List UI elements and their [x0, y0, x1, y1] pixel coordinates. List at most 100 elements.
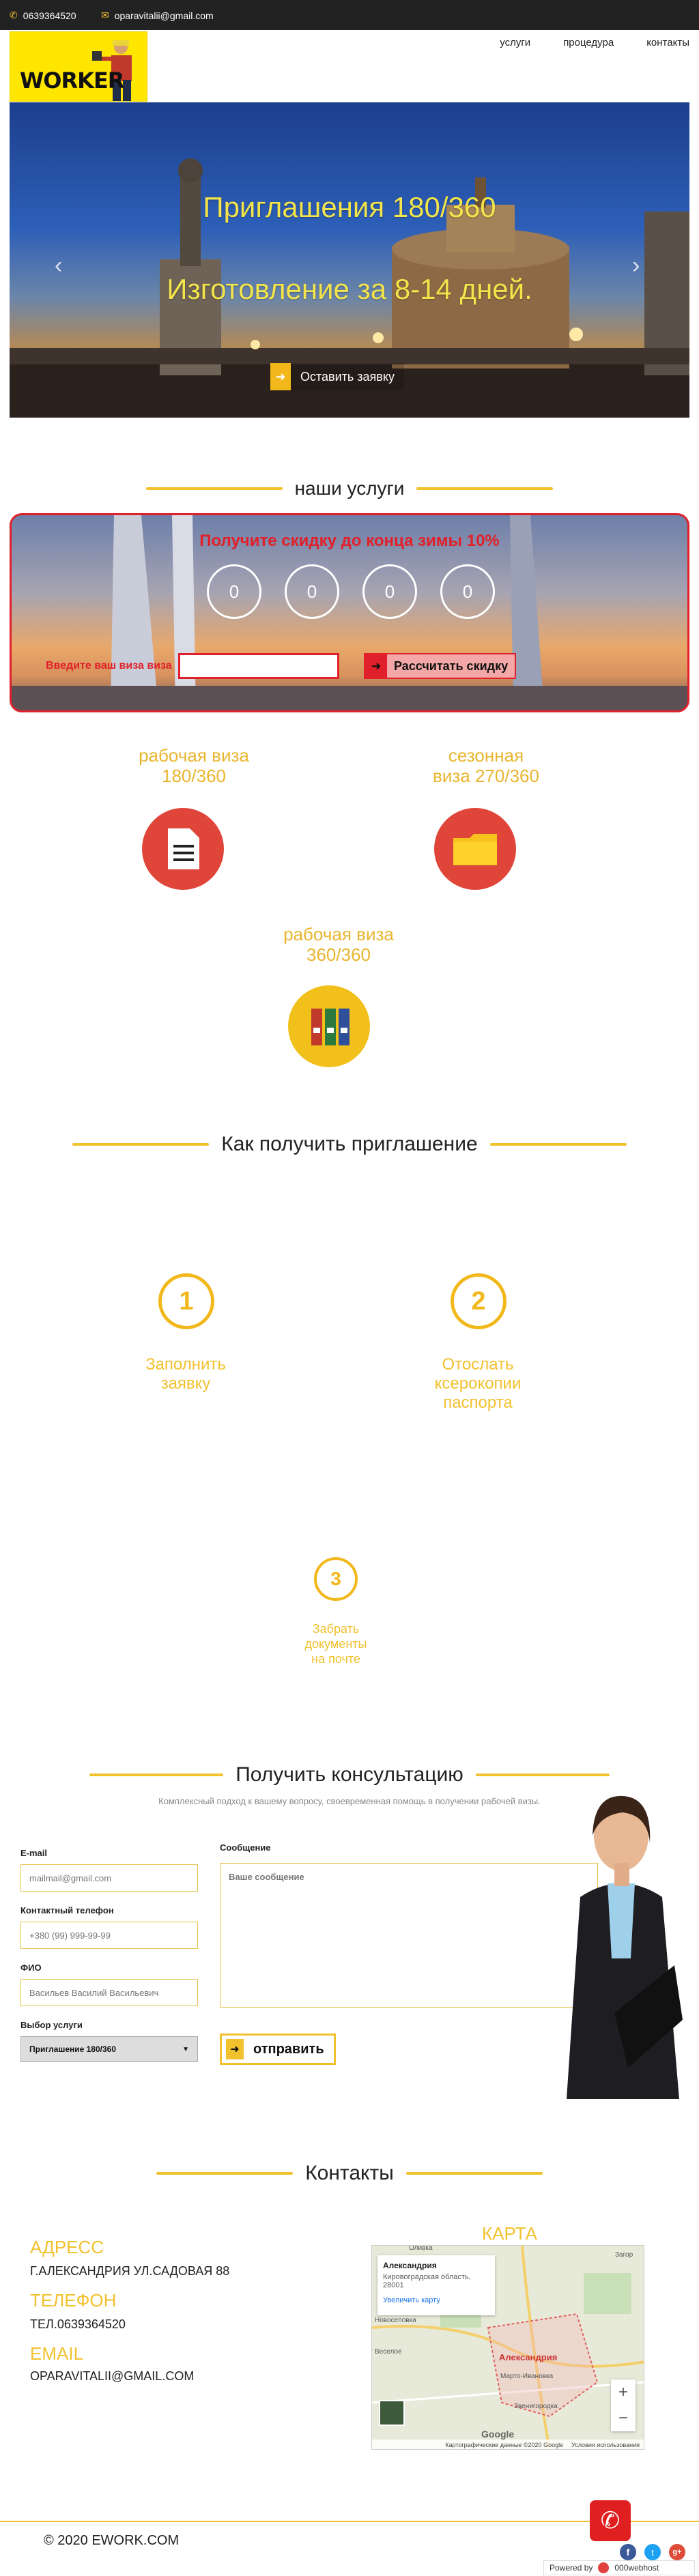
submit-label: отправить: [253, 2041, 324, 2057]
heading-bar: [475, 1774, 610, 1776]
nav-item-contacts[interactable]: контакты: [646, 37, 689, 48]
submit-button[interactable]: ➜ отправить: [220, 2034, 336, 2065]
step-3-line3: на почте: [311, 1652, 360, 1666]
arrow-right-icon: ➜: [270, 363, 291, 390]
promo-banner: Получите скидку до конца зимы 10% 0 0 0 …: [10, 513, 689, 712]
map-attribution-text: Картографические данные ©2020 Google: [445, 2442, 564, 2448]
hero-cta-label: Оставить заявку: [291, 363, 404, 390]
powered-by-text: Powered by: [550, 2563, 593, 2573]
hero-prev-icon[interactable]: ‹: [55, 252, 62, 279]
map-enlarge-link[interactable]: Увеличить карту: [383, 2296, 489, 2304]
step-2-label: Отослать ксерокопии паспорта: [410, 1355, 546, 1413]
map-zoom-controls: + −: [611, 2379, 636, 2431]
powered-by-badge[interactable]: Powered by 000webhost: [543, 2560, 695, 2575]
service-1-line1: рабочая виза: [139, 745, 249, 766]
phone-icon: ✆: [10, 10, 18, 20]
hero-line-1: Приглашения 180/360: [203, 191, 496, 223]
hero-cta-button[interactable]: ➜ Оставить заявку: [270, 363, 404, 390]
service-2-line2: виза 270/360: [433, 766, 539, 786]
email-value: OPARAVITALII@GMAIL.COM: [30, 2369, 195, 2383]
service-select[interactable]: Приглашение 180/360 ▼: [20, 2036, 198, 2062]
contacts-title: Контакты: [305, 2162, 394, 2184]
document-icon: [168, 828, 199, 869]
heading-bar: [89, 1774, 224, 1776]
hero-next-icon[interactable]: ›: [632, 252, 640, 279]
map-place: Александрия: [383, 2261, 437, 2270]
main-nav: услуги процедура контакты: [500, 37, 689, 48]
countdown-hours: 0: [285, 564, 339, 619]
satellite-toggle[interactable]: [379, 2400, 405, 2426]
promo-input-label: Введите ваш виза виза: [46, 660, 172, 671]
chevron-down-icon: ▼: [182, 2045, 189, 2053]
name-field[interactable]: Васильев Василий Васильевич: [20, 1979, 198, 2006]
service-1-line2: 180/360: [162, 766, 226, 786]
top-email[interactable]: ✉ oparavitalii@gmail.com: [101, 10, 214, 21]
host-logo-icon: [598, 2562, 610, 2573]
phone-heading: ТЕЛЕФОН: [30, 2290, 117, 2311]
nav-item-procedure[interactable]: процедура: [563, 37, 614, 48]
top-phone[interactable]: ✆ 0639364520: [10, 10, 76, 21]
top-bar: ✆ 0639364520 ✉ oparavitalii@gmail.com: [0, 0, 699, 30]
twitter-icon[interactable]: t: [644, 2544, 661, 2560]
step-3-number: 3: [314, 1557, 358, 1601]
binders-icon: [311, 1009, 350, 1045]
facebook-icon[interactable]: f: [620, 2544, 636, 2560]
map-town-2: Загор: [615, 2251, 633, 2259]
address-heading: АДРЕСС: [30, 2237, 104, 2257]
map-heading: КАРТА: [482, 2223, 538, 2244]
map-region: Кировоградская область, 28001: [383, 2273, 471, 2289]
heading-bar: [405, 2172, 543, 2175]
promo-title: Получите скидку до конца зимы 10%: [199, 532, 500, 550]
services-title: наши услуги: [294, 478, 405, 499]
logo-text: WORKER: [20, 68, 124, 93]
countdown-minutes: 0: [362, 564, 417, 619]
step-1-line1: Заполнить: [145, 1355, 226, 1374]
phone-label: Контактный телефон: [20, 1905, 114, 1915]
map-town-1: Оливка: [409, 2245, 433, 2252]
map-attribution: Картографические данные ©2020 Google Усл…: [372, 2440, 644, 2449]
host-name: 000webhost: [614, 2563, 659, 2573]
email-field[interactable]: mailmail@gmail.com: [20, 1864, 198, 1892]
nav-item-services[interactable]: услуги: [500, 37, 530, 48]
phone-value: ТЕЛ.0639364520: [30, 2317, 126, 2331]
service-select-label: Выбор услуги: [20, 2020, 83, 2030]
google-logo: Google: [481, 2429, 515, 2440]
phone-field[interactable]: +380 (99) 999-99-99: [20, 1922, 198, 1949]
step-2-line1: Отослать: [442, 1355, 514, 1374]
logo[interactable]: WORKER: [10, 31, 147, 102]
step-2-line2: ксерокопии: [434, 1374, 522, 1393]
step-3-line1: Забрать: [312, 1622, 360, 1636]
service-3-card[interactable]: [288, 985, 370, 1067]
service-2-card[interactable]: [434, 808, 516, 890]
promo-calc-label: Рассчитать скидку: [394, 659, 509, 673]
promo-input[interactable]: [178, 653, 339, 679]
countdown-days: 0: [207, 564, 261, 619]
countdown-seconds: 0: [440, 564, 495, 619]
step-1-label: Заполнить заявку: [117, 1355, 254, 1393]
zoom-in-button[interactable]: +: [611, 2379, 636, 2405]
map-town-4: Веселое: [375, 2348, 402, 2356]
folder-icon: [453, 834, 497, 865]
service-1-card[interactable]: [142, 808, 224, 890]
map-town-3: Новоселовка: [375, 2317, 416, 2324]
map-terms-link[interactable]: Условия использования: [571, 2442, 640, 2448]
map-town-5: Марто-Ивановка: [500, 2373, 554, 2380]
promo-calc-button[interactable]: ➜ Рассчитать скидку: [364, 653, 517, 679]
footer-copyright: © 2020 EWORK.COM: [44, 2533, 180, 2548]
service-2-line1: сезонная: [448, 745, 524, 766]
google-plus-icon[interactable]: g+: [669, 2544, 685, 2560]
call-button[interactable]: ✆: [590, 2500, 631, 2541]
step-2-line3: паспорта: [443, 1393, 513, 1412]
service-select-value: Приглашение 180/360: [29, 2044, 117, 2054]
heading-bar: [156, 2172, 294, 2175]
heading-bar: [489, 1143, 627, 1146]
message-label: Сообщение: [220, 1842, 271, 1853]
message-field[interactable]: Ваше сообщение: [220, 1863, 598, 2008]
zoom-out-button[interactable]: −: [611, 2405, 636, 2431]
step-3-label: Забрать документы на почте: [281, 1621, 390, 1666]
map-widget[interactable]: Александрия Кировоградская область, 2800…: [371, 2245, 644, 2450]
envelope-icon: ✉: [101, 10, 109, 20]
service-title-1: рабочая виза 180/360: [98, 745, 289, 786]
name-label: ФИО: [20, 1963, 42, 1973]
step-1-line2: заявку: [160, 1374, 211, 1393]
